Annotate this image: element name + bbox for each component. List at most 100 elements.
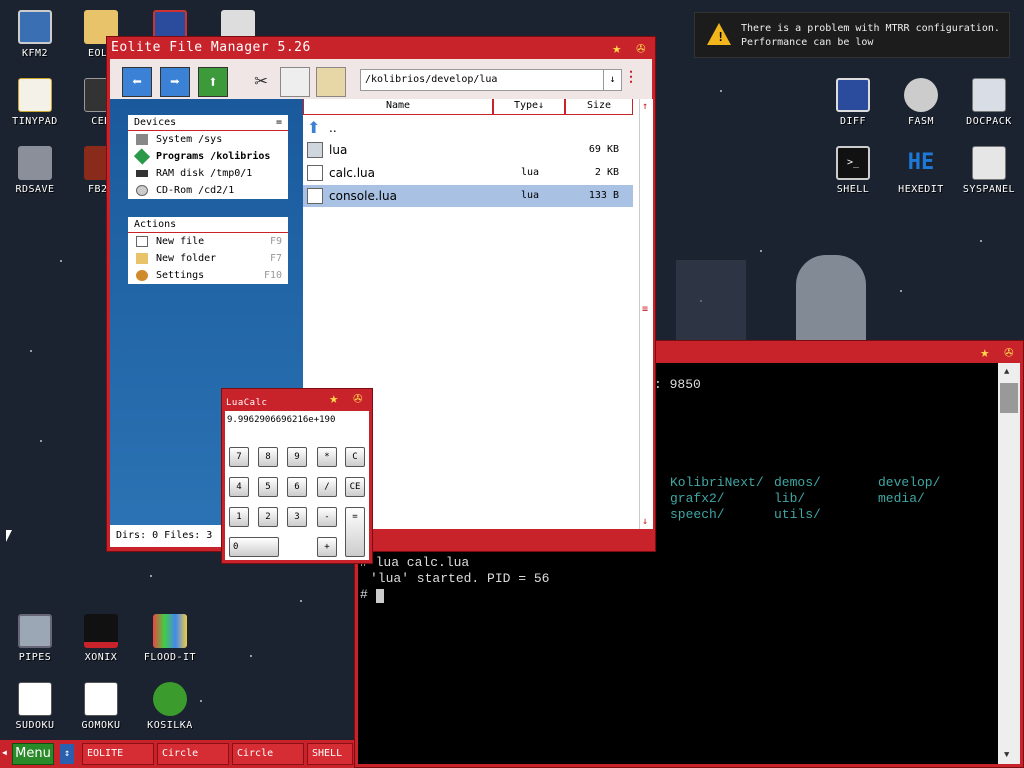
dir-entry: lib/ — [774, 491, 806, 506]
column-size[interactable]: Size — [565, 99, 633, 115]
table-row[interactable]: calc.lua lua 2 KB — [303, 162, 633, 184]
calc-key[interactable]: 4 — [229, 477, 249, 497]
parent-dir-icon: ⬆ — [307, 118, 321, 137]
calc-key[interactable]: + — [317, 537, 337, 557]
devices-panel: Devices = System /sys Programs /kolibrios… — [128, 115, 288, 199]
actions-panel: Actions New file F9 New folder F7 Settings… — [128, 217, 288, 284]
scroll-thumb[interactable] — [1000, 383, 1018, 413]
desktop-icon-syspanel[interactable]: SYSPANEL — [954, 146, 1024, 195]
calc-key-zero[interactable]: 0 — [229, 537, 279, 557]
pin-icon[interactable]: ✇ — [631, 39, 651, 57]
device-item-programs[interactable]: Programs /kolibrios — [128, 148, 288, 165]
calc-key[interactable]: 1 — [229, 507, 249, 527]
menu-dots-icon[interactable]: ⋮ — [624, 69, 638, 85]
desktop-icon-shell[interactable]: >_ SHELL — [818, 146, 888, 195]
notification-line1: There is a problem with MTRR configurati… — [741, 23, 1000, 34]
desktop-icon-gomoku[interactable]: GOMOKU — [66, 682, 136, 731]
new-file-icon — [136, 236, 148, 247]
switch-icon[interactable]: ↕ — [60, 744, 74, 764]
luacalc-titlebar[interactable]: LuaCalc ★ ✇ — [222, 389, 372, 409]
desktop-icon-flood-it[interactable]: FLOOD-IT — [135, 614, 205, 663]
calc-key[interactable]: - — [317, 507, 337, 527]
gomoku-game-icon — [84, 682, 118, 716]
taskbar-item[interactable]: EOLITE — [82, 743, 154, 765]
calc-key[interactable]: 9 — [287, 447, 307, 467]
desktop-icon-kosilka[interactable]: KOSILKA — [135, 682, 205, 731]
paste-icon[interactable] — [316, 67, 346, 97]
calc-key[interactable]: 5 — [258, 477, 278, 497]
pin-icon[interactable]: ✇ — [348, 389, 368, 407]
table-row[interactable]: lua 69 KB — [303, 139, 633, 161]
calc-key[interactable]: * — [317, 447, 337, 467]
scroll-handle-icon[interactable]: ≡ — [642, 304, 648, 315]
device-item-ramdisk[interactable]: RAM disk /tmp0/1 — [128, 165, 288, 182]
desktop-icon-rdsave[interactable]: RDSAVE — [0, 146, 70, 195]
desktop-icon-tinypad[interactable]: TINYPAD — [0, 78, 70, 127]
dir-entry: grafx2/ — [670, 491, 725, 506]
calc-key[interactable]: 3 — [287, 507, 307, 527]
scroll-up-icon[interactable]: ▲ — [1004, 367, 1009, 377]
calc-key[interactable]: / — [317, 477, 337, 497]
scroll-down-icon[interactable]: ↓ — [642, 516, 648, 527]
taskbar-left-arrow-icon[interactable]: ◀ — [2, 748, 7, 757]
desktop-icon-kfm2[interactable]: KFM2 — [0, 10, 70, 59]
xonix-game-icon — [84, 614, 118, 648]
action-new-file[interactable]: New file F9 — [128, 233, 288, 250]
device-item-cdrom[interactable]: CD-Rom /cd2/1 — [128, 182, 288, 199]
action-settings[interactable]: Settings F10 — [128, 267, 288, 284]
path-input[interactable]: /kolibrios/develop/lua ↓ — [360, 69, 622, 91]
desktop-icon-hexedit[interactable]: HE HEXEDIT — [886, 146, 956, 195]
fm-titlebar[interactable]: Eolite File Manager 5.26 ★ ✇ — [107, 37, 655, 59]
star-icon[interactable]: ★ — [324, 389, 344, 407]
mtrr-notification[interactable]: ! There is a problem with MTRR configura… — [694, 12, 1010, 58]
device-item-system[interactable]: System /sys — [128, 131, 288, 148]
cut-icon[interactable]: ✂ — [246, 67, 276, 97]
pin-icon[interactable]: ✇ — [999, 343, 1019, 361]
cd-icon — [136, 185, 148, 196]
table-row-selected[interactable]: console.lua lua 133 B — [303, 185, 633, 207]
file-list-scrollbar[interactable]: ↑ ≡ ↓ — [639, 99, 653, 529]
lawnmower-game-icon — [153, 682, 187, 716]
desktop-icon-sudoku[interactable]: SUDOKU — [0, 682, 70, 731]
actions-header: Actions — [134, 219, 177, 230]
calc-key[interactable]: 7 — [229, 447, 249, 467]
luacalc-window[interactable]: LuaCalc ★ ✇ 9.9962906696216e+190 7 8 9 *… — [221, 388, 373, 564]
desktop-icon-diff[interactable]: DIFF — [818, 78, 888, 127]
action-new-folder[interactable]: New folder F7 — [128, 250, 288, 267]
calc-key-equals[interactable]: = — [345, 507, 365, 557]
diamond-icon — [133, 148, 151, 165]
collapse-icon[interactable]: = — [276, 117, 282, 128]
terminal-scrollbar[interactable]: ▲ ▼ — [998, 363, 1020, 764]
taskbar-item[interactable]: Circle — [157, 743, 229, 765]
desktop-icon-pipes[interactable]: PIPES — [0, 614, 70, 663]
desktop-icon-xonix[interactable]: XONIX — [66, 614, 136, 663]
scroll-down-icon[interactable]: ▼ — [1004, 750, 1009, 760]
calc-key[interactable]: 8 — [258, 447, 278, 467]
file-manager-window[interactable]: Eolite File Manager 5.26 ★ ✇ ⬅ ➡ ⬆ ✂ /ko… — [106, 36, 656, 552]
dir-entry: speech/ — [670, 507, 725, 522]
calc-key[interactable]: 2 — [258, 507, 278, 527]
file-icon — [307, 188, 323, 204]
path-dropdown-arrow-icon[interactable]: ↓ — [603, 70, 621, 90]
up-arrow-icon[interactable]: ⬆ — [198, 67, 228, 97]
taskbar-item[interactable]: SHELL — [307, 743, 353, 765]
calc-key[interactable]: 6 — [287, 477, 307, 497]
desktop-icon-docpack[interactable]: DOCPACK — [954, 78, 1024, 127]
calc-key[interactable]: C — [345, 447, 365, 467]
calc-key[interactable]: CE — [345, 477, 365, 497]
column-type[interactable]: Type↓ — [493, 99, 565, 115]
hex-editor-icon: HE — [907, 150, 935, 175]
column-name[interactable]: Name — [303, 99, 493, 115]
back-arrow-icon[interactable]: ⬅ — [122, 67, 152, 97]
taskbar-item[interactable]: Circle — [232, 743, 304, 765]
table-row[interactable]: ⬆ .. — [303, 117, 633, 139]
scroll-up-icon[interactable]: ↑ — [642, 101, 648, 112]
menu-button[interactable]: Menu — [12, 743, 54, 765]
desktop-icon-fasm[interactable]: FASM — [886, 78, 956, 127]
floppy-disk-icon — [18, 10, 52, 44]
copy-icon[interactable] — [280, 67, 310, 97]
devices-header: Devices — [134, 117, 177, 128]
forward-arrow-icon[interactable]: ➡ — [160, 67, 190, 97]
star-icon[interactable]: ★ — [975, 343, 995, 361]
star-icon[interactable]: ★ — [607, 39, 627, 57]
